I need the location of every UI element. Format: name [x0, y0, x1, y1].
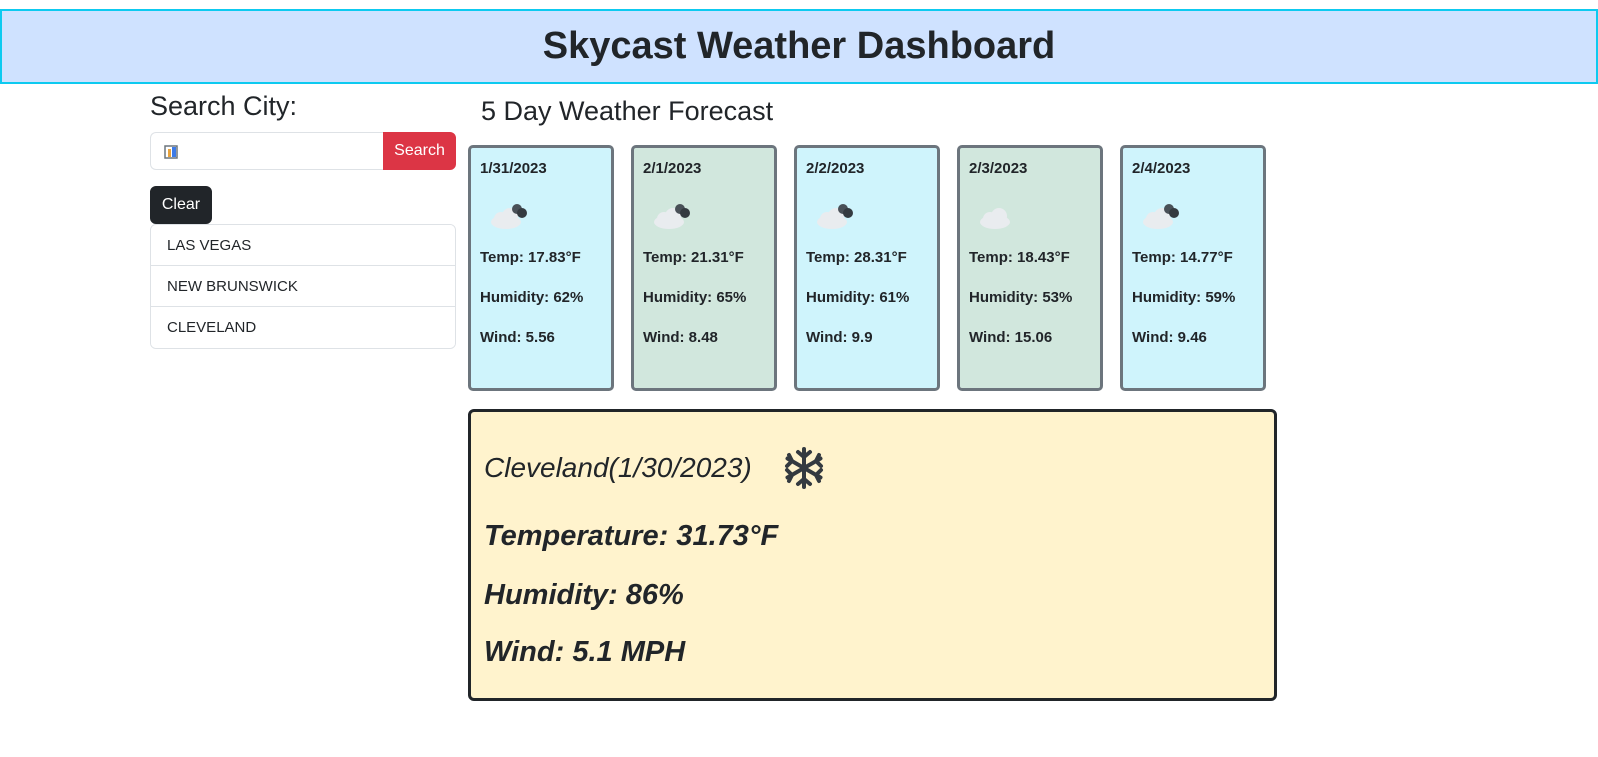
forecast-humidity: Humidity: 61% — [806, 289, 910, 306]
search-form: Search — [150, 132, 456, 170]
forecast-card: 2/4/2023 Temp: 14.77°F Humidity: 59% Win… — [1120, 145, 1266, 391]
current-wind: Wind: 5.1 MPH — [484, 636, 686, 668]
current-temperature: Temperature: 31.73°F — [484, 520, 779, 552]
forecast-card: 2/1/2023 Temp: 21.31°F Humidity: 65% Win… — [631, 145, 777, 391]
history-item-las-vegas[interactable]: LAS VEGAS — [151, 225, 455, 266]
forecast-temp: Temp: 14.77°F — [1132, 249, 1233, 266]
forecast-cards: 1/31/2023 Temp: 17.83°F Humidity: 62% Wi… — [468, 145, 1266, 391]
forecast-wind: Wind: 9.46 — [1132, 329, 1207, 346]
snowflake-icon — [782, 446, 826, 490]
search-input[interactable] — [150, 132, 383, 170]
cloud-icon — [810, 195, 860, 235]
page-title: Skycast Weather Dashboard — [542, 25, 1056, 67]
page-header: Skycast Weather Dashboard — [0, 9, 1598, 84]
forecast-humidity: Humidity: 62% — [480, 289, 584, 306]
history-item-new-brunswick[interactable]: NEW BRUNSWICK — [151, 266, 455, 307]
forecast-card: 2/2/2023 Temp: 28.31°F Humidity: 61% Win… — [794, 145, 940, 391]
forecast-wind: Wind: 5.56 — [480, 329, 555, 346]
forecast-title: 5 Day Weather Forecast — [481, 96, 774, 126]
search-button[interactable]: Search — [383, 132, 456, 170]
forecast-date: 2/1/2023 — [643, 160, 702, 177]
current-city-date: Cleveland(1/30/2023) — [484, 452, 752, 483]
current-humidity: Humidity: 86% — [484, 579, 684, 611]
cloud-icon — [647, 195, 697, 235]
forecast-date: 1/31/2023 — [480, 160, 547, 177]
history-item-cleveland[interactable]: CLEVELAND — [151, 307, 455, 348]
cloud-icon — [1136, 195, 1186, 235]
current-title-row: Cleveland(1/30/2023) — [484, 446, 1261, 490]
cloud-icon — [484, 195, 534, 235]
forecast-humidity: Humidity: 65% — [643, 289, 747, 306]
forecast-wind: Wind: 8.48 — [643, 329, 718, 346]
forecast-card: 1/31/2023 Temp: 17.83°F Humidity: 62% Wi… — [468, 145, 614, 391]
forecast-humidity: Humidity: 53% — [969, 289, 1073, 306]
forecast-date: 2/3/2023 — [969, 160, 1028, 177]
clear-button[interactable]: Clear — [150, 186, 212, 224]
forecast-temp: Temp: 21.31°F — [643, 249, 744, 266]
search-label: Search City: — [150, 91, 298, 121]
forecast-temp: Temp: 18.43°F — [969, 249, 1070, 266]
forecast-card: 2/3/2023 Temp: 18.43°F Humidity: 53% Win… — [957, 145, 1103, 391]
forecast-date: 2/2/2023 — [806, 160, 865, 177]
cloud-icon — [973, 195, 1023, 235]
forecast-temp: Temp: 17.83°F — [480, 249, 581, 266]
search-history-list: LAS VEGAS NEW BRUNSWICK CLEVELAND — [150, 224, 456, 349]
forecast-wind: Wind: 15.06 — [969, 329, 1053, 346]
forecast-temp: Temp: 28.31°F — [806, 249, 907, 266]
current-weather-card: Cleveland(1/30/2023) Temperature: 31.73°… — [468, 409, 1277, 701]
forecast-wind: Wind: 9.9 — [806, 329, 873, 346]
forecast-date: 2/4/2023 — [1132, 160, 1191, 177]
forecast-humidity: Humidity: 59% — [1132, 289, 1236, 306]
autofill-icon — [163, 143, 181, 159]
